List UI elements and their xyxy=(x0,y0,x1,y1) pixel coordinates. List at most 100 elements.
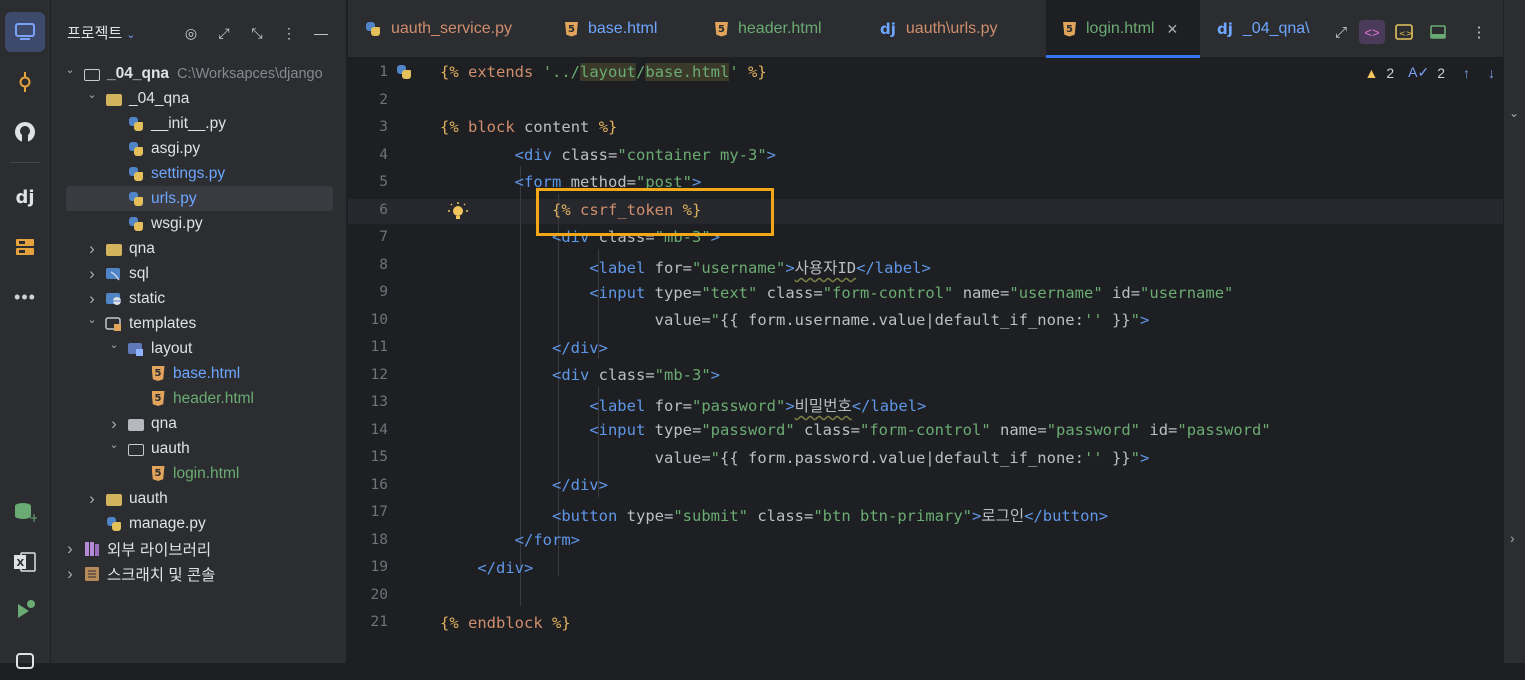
tree-item[interactable]: 5 login.html xyxy=(51,461,346,486)
python-console-button[interactable] xyxy=(5,640,45,680)
chevron-right-icon[interactable]: › xyxy=(1510,530,1515,546)
tree-item[interactable]: manage.py xyxy=(51,511,346,536)
chevron-right-icon[interactable]: › xyxy=(85,289,99,309)
hide-panel-button[interactable]: — xyxy=(310,22,332,44)
line-number: 18 xyxy=(370,531,388,548)
code-view-button[interactable]: <> xyxy=(1359,20,1385,44)
tree-item[interactable]: › static xyxy=(51,286,346,311)
github-icon xyxy=(15,122,35,142)
expand-all-button[interactable]: ⤢ xyxy=(213,22,235,44)
tab-label: base.html xyxy=(588,20,658,37)
tree-item-label: static xyxy=(129,289,166,307)
commit-icon xyxy=(19,72,31,92)
tab-label: uauth_service.py xyxy=(391,20,512,37)
preview-icon xyxy=(1430,25,1446,39)
project-panel: 프로젝트 ⌄ ◎ ⤢ ⤡ ⋮ — ⌄ _04_qna C:\Worksapces\dj… xyxy=(51,0,347,663)
chevron-right-icon[interactable]: › xyxy=(63,564,77,584)
project-path: C:\Worksapces\django xyxy=(177,65,323,82)
tab-label: header.html xyxy=(738,20,822,37)
chevron-right-icon[interactable]: › xyxy=(85,239,99,259)
next-highlight-icon[interactable]: ↓ xyxy=(1488,65,1495,81)
commit-tool-button[interactable] xyxy=(5,62,45,102)
tree-item[interactable]: › 외부 라이브러리 xyxy=(51,536,346,561)
annotation-highlight-box xyxy=(536,188,774,236)
tree-item-label: manage.py xyxy=(129,514,206,532)
split-view-button[interactable]: <> xyxy=(1391,20,1417,44)
chevron-down-icon[interactable]: ⌄ xyxy=(107,438,121,451)
layout-folder-icon xyxy=(127,341,145,357)
tree-item-label: _04_qna xyxy=(107,64,170,82)
maximize-editor-button[interactable]: ⤢ xyxy=(1328,20,1354,44)
line-number: 11 xyxy=(370,339,388,355)
tree-item[interactable]: › 스크래치 및 콘솔 xyxy=(51,561,346,586)
run-tool-button[interactable] xyxy=(5,590,45,630)
tree-item[interactable]: ⌄ _04_qna C:\Worksapces\django xyxy=(51,61,346,86)
tree-item[interactable]: asgi.py xyxy=(51,136,346,161)
locate-file-button[interactable]: ◎ xyxy=(180,22,202,44)
options-button[interactable]: ⋮ xyxy=(278,22,300,44)
tab-label: uauth\urls.py xyxy=(905,20,998,37)
project-panel-title: 프로젝트 xyxy=(67,25,123,42)
tree-item[interactable]: › sql xyxy=(51,261,346,286)
chevron-right-icon[interactable]: › xyxy=(85,264,99,284)
tree-item[interactable]: urls.py xyxy=(51,186,346,211)
svg-text:<>: <> xyxy=(1399,29,1412,38)
tree-item[interactable]: › qna xyxy=(51,236,346,261)
chevron-down-icon[interactable]: ⌄ xyxy=(107,338,121,351)
editor-tab[interactable]: uauth_service.py xyxy=(348,0,548,58)
tab-label: _04_qna\ xyxy=(1242,20,1310,37)
target-icon: ◎ xyxy=(184,24,198,41)
excel-tool-button[interactable]: X xyxy=(5,542,45,582)
inspection-widget[interactable]: ▲ 2 A✓ 2 ↑ ↓ xyxy=(1364,64,1495,81)
previous-highlight-icon[interactable]: ↑ xyxy=(1463,65,1470,81)
tree-item[interactable]: ⌄ layout xyxy=(51,336,346,361)
tree-item[interactable]: settings.py xyxy=(51,161,346,186)
tree-item[interactable]: › uauth xyxy=(51,486,346,511)
close-icon[interactable]: ✕ xyxy=(1166,21,1178,38)
python-file-icon xyxy=(105,516,123,532)
project-view-selector[interactable]: 프로젝트 ⌄ xyxy=(67,22,135,43)
github-tool-button[interactable] xyxy=(5,112,45,152)
tree-item[interactable]: 5 base.html xyxy=(51,361,346,386)
tree-item[interactable]: 5 header.html xyxy=(51,386,346,411)
more-tools-button[interactable]: ••• xyxy=(5,277,45,317)
code-line-9: <input type="text" class="form-control" … xyxy=(589,284,1234,302)
editor-tab[interactable]: 5 login.html ✕ xyxy=(1046,0,1200,58)
django-structure-button[interactable]: dj xyxy=(5,177,45,217)
web-folder-icon xyxy=(105,291,123,307)
chevron-right-icon[interactable]: › xyxy=(107,414,121,434)
chevron-right-icon[interactable]: › xyxy=(85,489,99,509)
tree-item[interactable]: wsgi.py xyxy=(51,211,346,236)
folder-icon xyxy=(105,241,123,257)
tree-item[interactable]: ⌄ templates xyxy=(51,311,346,336)
editor-tab[interactable]: 5 base.html xyxy=(548,0,698,58)
line-number: 10 xyxy=(370,311,388,328)
database-tool-button[interactable]: + xyxy=(5,492,45,532)
code-line-1: {% extends '../layout/base.html' %} xyxy=(440,63,767,81)
editor-tab[interactable]: dj _04_qna\ xyxy=(1200,0,1328,58)
tree-item-label: _04_qna xyxy=(129,89,190,107)
chevron-down-icon[interactable]: ⌄ xyxy=(85,313,99,326)
editor-options-button[interactable]: ⋮ xyxy=(1466,20,1492,44)
chevron-down-icon[interactable]: ⌄ xyxy=(85,88,99,101)
chevron-down-icon[interactable]: ⌄ xyxy=(63,63,77,76)
code-line-17: <button type="submit" class="btn btn-pri… xyxy=(551,507,1109,525)
tree-item[interactable]: ⌄ _04_qna xyxy=(51,86,346,111)
tree-item[interactable]: › qna xyxy=(51,411,346,436)
chevron-right-icon[interactable]: › xyxy=(63,539,77,559)
editor-tab[interactable]: dj uauth\urls.py xyxy=(863,0,1046,58)
tree-item[interactable]: __init__.py xyxy=(51,111,346,136)
preview-button[interactable] xyxy=(1425,20,1451,44)
tree-item[interactable]: ⌄ uauth xyxy=(51,436,346,461)
chevron-down-icon[interactable]: ⌄ xyxy=(1509,106,1519,120)
html-file-icon: 5 xyxy=(149,466,167,482)
editor-tab[interactable]: 5 header.html xyxy=(698,0,863,58)
tree-item-label: wsgi.py xyxy=(151,214,203,232)
project-tool-button[interactable] xyxy=(5,12,45,52)
code-line-19: </div> xyxy=(477,559,534,577)
tree-item-label: asgi.py xyxy=(151,139,201,157)
code-line-10: value="{{ form.username.value|default_if… xyxy=(654,311,1150,329)
code-editor[interactable]: ▲ 2 A✓ 2 ↑ ↓ 1 2 3 4 5 6 7 8 9 10 11 12 13 14 15 16 17 18 19… xyxy=(348,58,1503,663)
collapse-all-button[interactable]: ⤡ xyxy=(246,22,268,44)
services-tool-button[interactable] xyxy=(5,227,45,267)
